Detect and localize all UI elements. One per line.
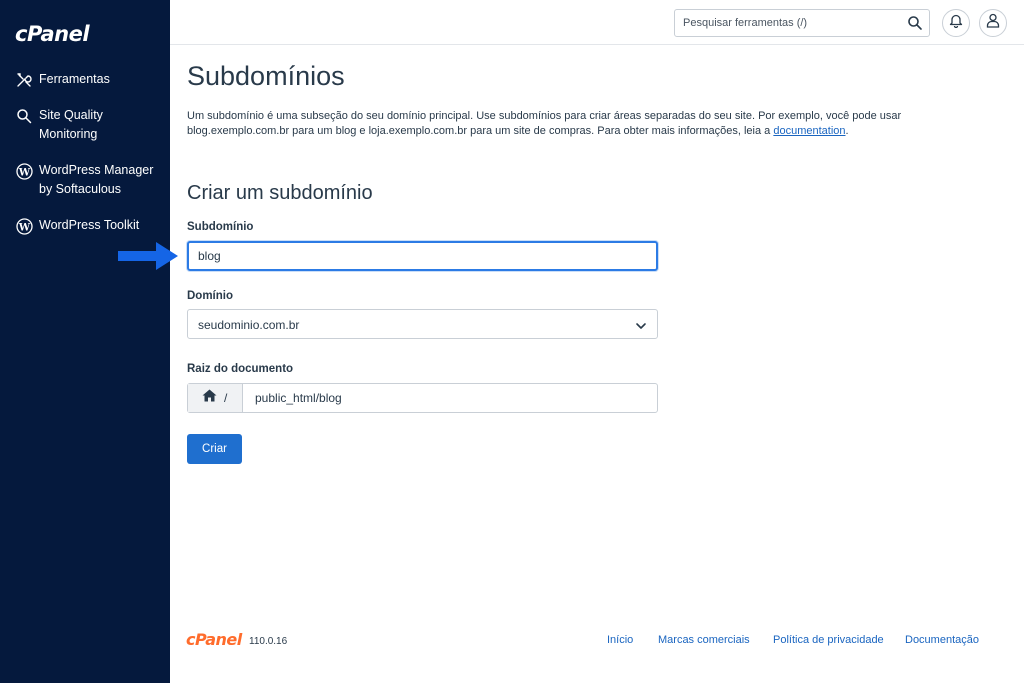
docroot-field: / — [187, 383, 658, 413]
sidebar-item-label-line2: by Softaculous — [39, 182, 121, 196]
magnifier-icon — [15, 107, 33, 125]
docroot-prefix: / — [188, 384, 243, 412]
notifications-button[interactable] — [942, 9, 970, 37]
sidebar-item-label-line1: WordPress Manager — [39, 163, 154, 177]
footer-cpanel-logo[interactable]: cPanel — [186, 630, 242, 649]
user-icon — [986, 13, 1000, 33]
sidebar-item-label: Site Quality Monitoring — [39, 108, 103, 141]
sidebar: cPanel Ferramentas Site Quality Monitori… — [0, 0, 170, 683]
sidebar-item-label: Ferramentas — [39, 72, 110, 86]
sidebar-item-site-quality-monitoring[interactable]: Site Quality Monitoring — [0, 106, 170, 144]
home-icon — [202, 389, 217, 407]
bell-icon — [949, 13, 963, 33]
subdomain-input[interactable] — [187, 241, 658, 271]
section-title: Criar um subdomínio — [187, 182, 373, 204]
domain-label: Domínio — [187, 290, 233, 302]
search-icon[interactable] — [907, 15, 923, 31]
sidebar-item-wordpress-toolkit[interactable]: W WordPress Toolkit — [0, 216, 170, 235]
sidebar-item-label: WordPress Toolkit — [39, 218, 140, 232]
footer-version: 110.0.16 — [249, 636, 288, 647]
search-input[interactable]: Pesquisar ferramentas (/) — [674, 9, 930, 37]
create-button[interactable]: Criar — [187, 434, 242, 464]
svg-text:W: W — [17, 222, 30, 233]
sidebar-item-ferramentas[interactable]: Ferramentas — [0, 70, 170, 89]
user-menu-button[interactable] — [979, 9, 1007, 37]
sidebar-nav: Ferramentas Site Quality Monitoring W Wo… — [0, 70, 170, 252]
subdomain-label: Subdomínio — [187, 221, 254, 233]
svg-text:W: W — [17, 167, 30, 178]
page-title: Subdomínios — [187, 61, 345, 91]
docroot-slash: / — [224, 391, 228, 405]
tools-icon — [15, 71, 33, 89]
domain-selected-value: seudominio.com.br — [198, 318, 300, 332]
sidebar-item-label: WordPress Manager by Softaculous — [39, 161, 153, 199]
footer-link-privacidade[interactable]: Política de privacidade — [773, 634, 884, 646]
wordpress-icon: W — [15, 217, 33, 235]
documentation-link[interactable]: documentation — [773, 125, 845, 137]
footer-link-documentacao[interactable]: Documentação — [905, 634, 979, 646]
cpanel-logo[interactable]: cPanel — [15, 22, 90, 46]
chevron-down-icon — [635, 319, 647, 331]
footer-link-marcas[interactable]: Marcas comerciais — [658, 634, 750, 646]
search-placeholder: Pesquisar ferramentas (/) — [683, 17, 808, 29]
intro-end: . — [845, 125, 849, 137]
wordpress-icon: W — [15, 162, 33, 180]
docroot-input[interactable] — [244, 384, 657, 412]
pointer-arrow-icon — [118, 242, 178, 270]
footer-link-inicio[interactable]: Início — [607, 634, 633, 646]
intro-paragraph: Um subdomínio é uma subseção do seu domí… — [187, 109, 1003, 139]
topbar: Pesquisar ferramentas (/) — [170, 0, 1024, 45]
sidebar-item-wordpress-manager[interactable]: W WordPress Manager by Softaculous — [0, 161, 170, 199]
docroot-label: Raiz do documento — [187, 363, 294, 375]
domain-select[interactable]: seudominio.com.br — [187, 309, 658, 339]
